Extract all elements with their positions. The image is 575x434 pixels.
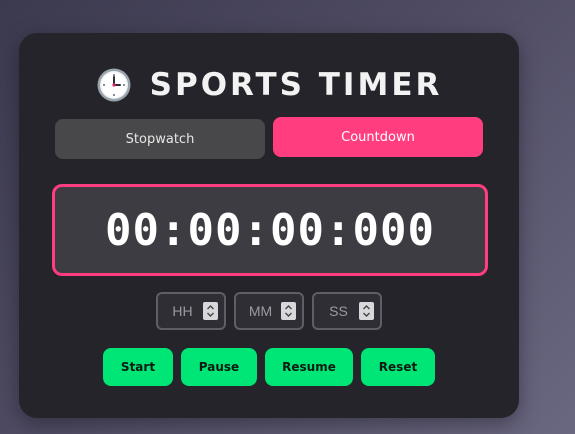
page-title: SPORTS TIMER (149, 67, 443, 103)
reset-button[interactable]: Reset (361, 348, 435, 386)
seconds-stepper[interactable] (359, 302, 374, 320)
minutes-input[interactable]: MM (234, 292, 304, 330)
up-down-chevron-icon (285, 305, 292, 317)
time-readout: 00:00:00:000 (105, 204, 435, 256)
hours-stepper[interactable] (203, 302, 218, 320)
pause-button[interactable]: Pause (181, 348, 257, 386)
start-button[interactable]: Start (103, 348, 173, 386)
minutes-placeholder: MM (248, 303, 273, 319)
time-display: 00:00:00:000 (52, 184, 488, 276)
title-row: SPORTS TIMER (19, 65, 519, 105)
resume-button[interactable]: Resume (265, 348, 353, 386)
minutes-stepper[interactable] (281, 302, 296, 320)
hours-placeholder: HH (172, 303, 193, 319)
clock-icon (96, 67, 132, 103)
timer-card: SPORTS TIMER Stopwatch Countdown 00:00:0… (19, 33, 519, 418)
stopwatch-mode-button[interactable]: Stopwatch (55, 119, 265, 159)
seconds-input[interactable]: SS (312, 292, 382, 330)
up-down-chevron-icon (363, 305, 370, 317)
hours-input[interactable]: HH (156, 292, 226, 330)
countdown-mode-button[interactable]: Countdown (273, 117, 483, 157)
seconds-placeholder: SS (329, 303, 348, 319)
up-down-chevron-icon (207, 305, 214, 317)
